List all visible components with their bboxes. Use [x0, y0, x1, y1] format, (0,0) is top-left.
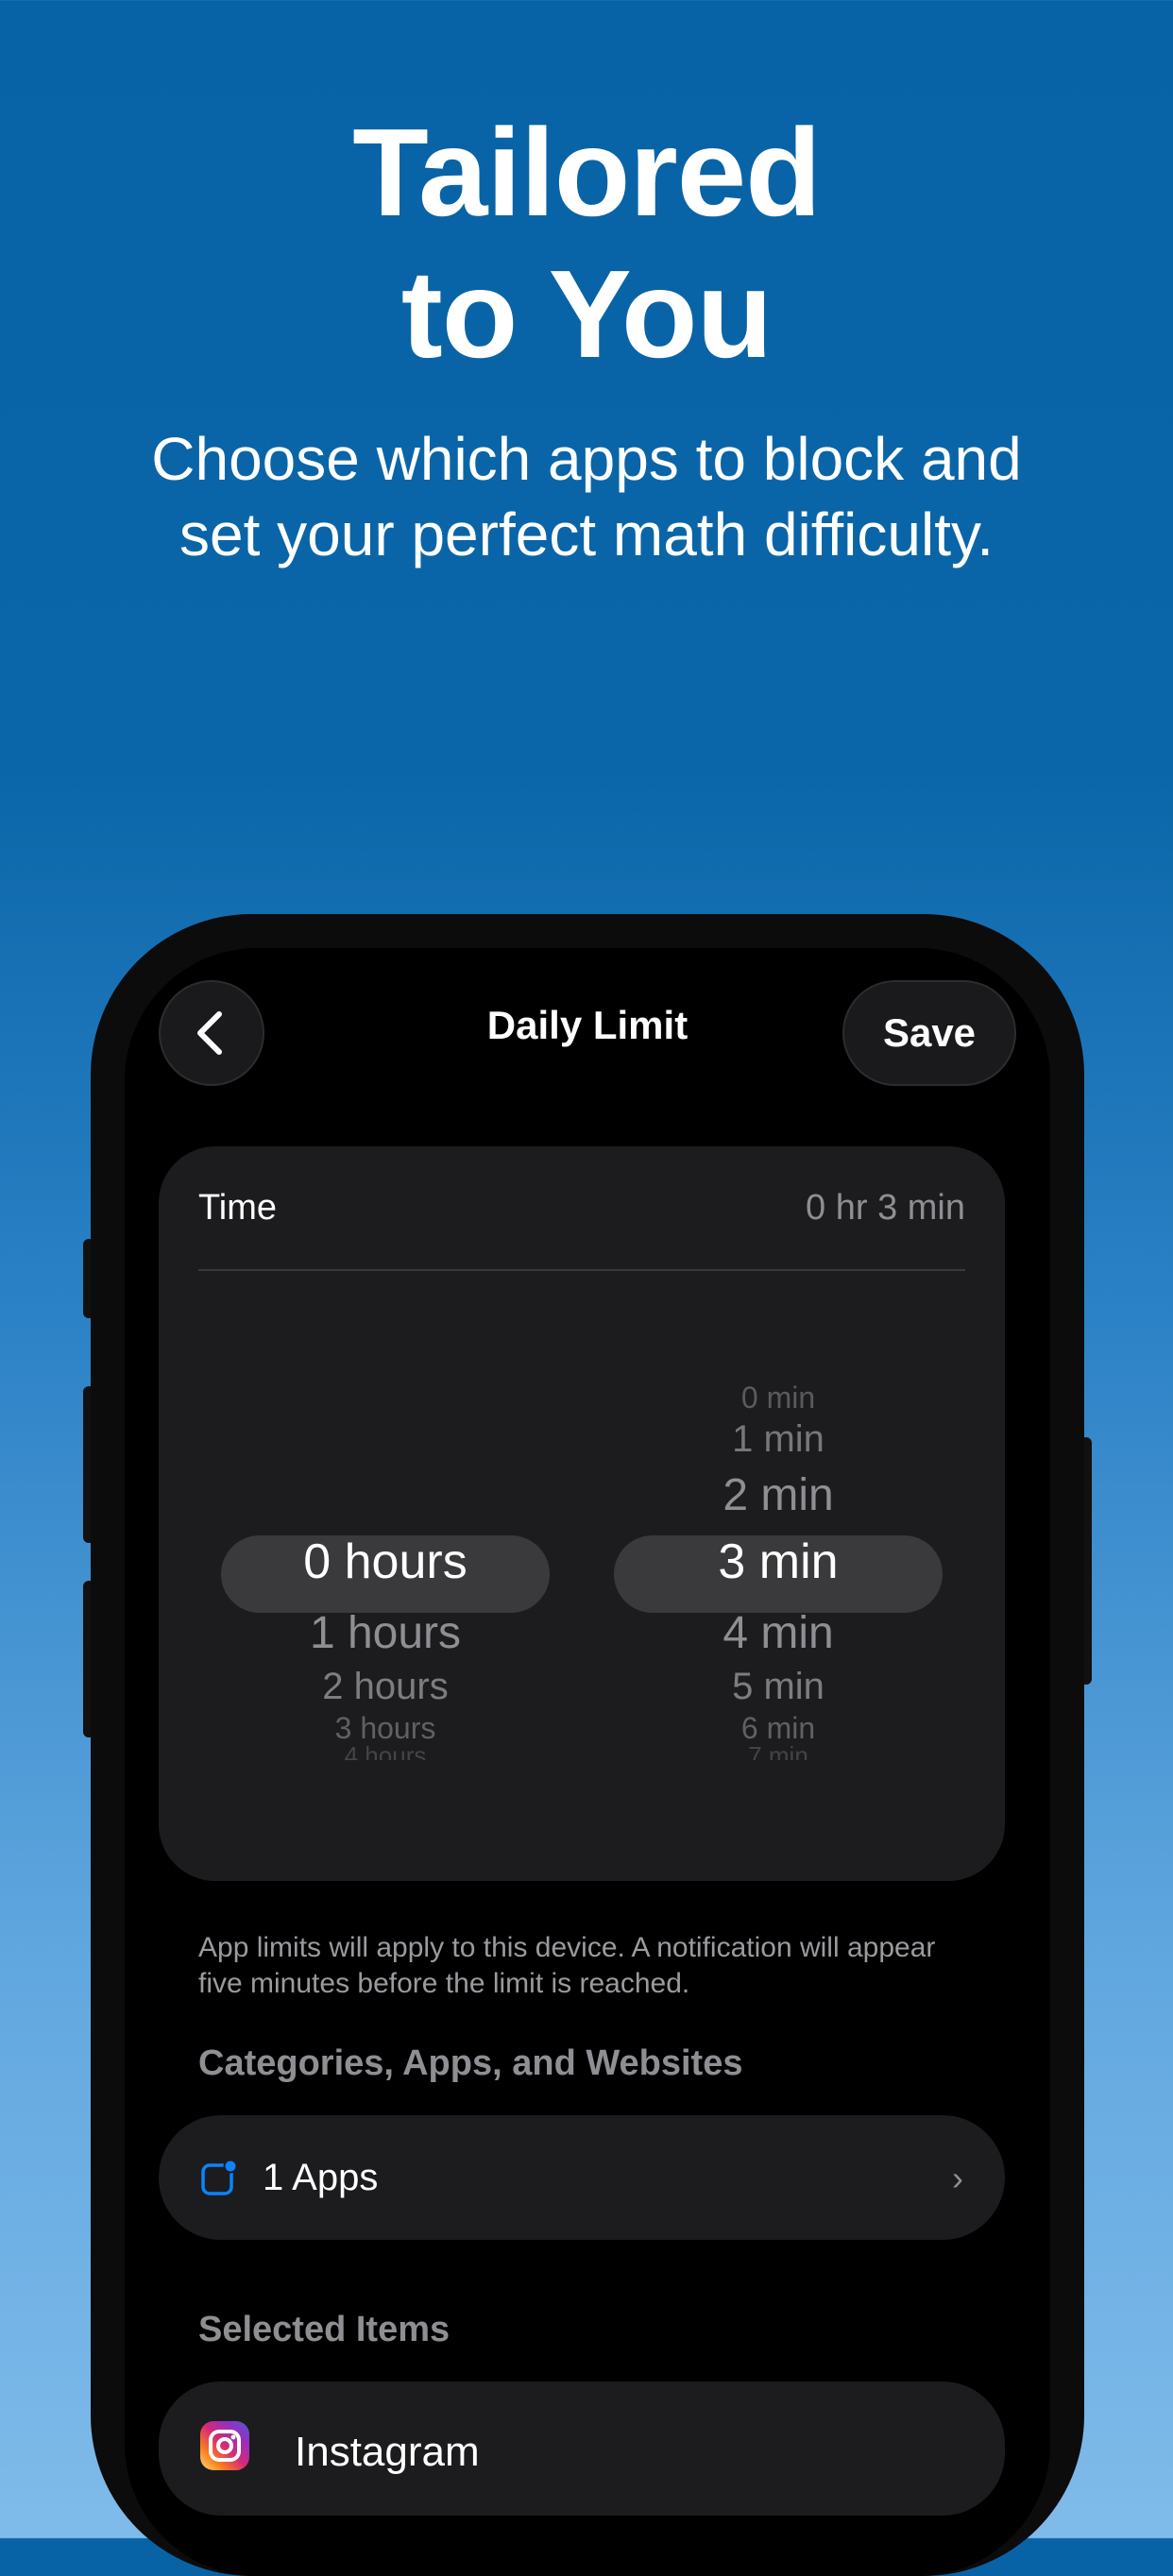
- save-button[interactable]: Save: [842, 980, 1016, 1086]
- subtitle: Choose which apps to block and set your …: [151, 425, 1022, 568]
- hours-picker-item[interactable]: 2 hours: [221, 1666, 550, 1708]
- app-square-icon: [201, 2159, 238, 2195]
- selected-item-name: Instagram: [295, 2429, 480, 2475]
- apps-row[interactable]: 1 Apps ›: [159, 2115, 1005, 2240]
- divider: [198, 1269, 965, 1271]
- chevron-right-icon: ›: [952, 2159, 963, 2197]
- minutes-picker-item[interactable]: 2 min: [614, 1469, 943, 1521]
- time-card: Time 0 hr 3 min 4 hours 3 hours 2 hours …: [159, 1146, 1005, 1881]
- minutes-picker-selected[interactable]: 3 min: [614, 1534, 943, 1590]
- phone-frame: Daily Limit Save Time 0 hr 3 min 4 hours…: [91, 914, 1084, 2576]
- selected-item-row[interactable]: Instagram: [159, 2381, 1005, 2516]
- hours-picker-item[interactable]: 1 hours: [221, 1607, 550, 1659]
- minutes-picker-item[interactable]: 1 min: [614, 1418, 943, 1461]
- minutes-picker[interactable]: 0 min 1 min 2 min 7 min 6 min 5 min 4 mi…: [614, 1364, 943, 1760]
- minutes-picker-item[interactable]: 0 min: [614, 1381, 943, 1415]
- headline-line-1: Tailored: [352, 103, 822, 242]
- minutes-picker-item[interactable]: 5 min: [614, 1666, 943, 1708]
- headline: Tailored to You: [0, 102, 1173, 385]
- hours-picker-selected[interactable]: 0 hours: [221, 1534, 550, 1590]
- time-label: Time: [198, 1188, 278, 1228]
- headline-line-2: to You: [400, 245, 773, 383]
- selected-items-section-title: Selected Items: [198, 2310, 450, 2349]
- hours-picker[interactable]: 4 hours 3 hours 2 hours 1 hours 0 hours: [221, 1364, 550, 1760]
- apps-row-label: 1 Apps: [263, 2157, 379, 2198]
- limit-footnote: App limits will apply to this device. A …: [198, 1932, 936, 1999]
- time-value: 0 hr 3 min: [806, 1188, 965, 1228]
- instagram-icon: [200, 2421, 249, 2470]
- categories-section-title: Categories, Apps, and Websites: [198, 2043, 743, 2083]
- phone-screen: Daily Limit Save Time 0 hr 3 min 4 hours…: [125, 948, 1050, 2576]
- hours-picker-item[interactable]: 3 hours: [221, 1711, 550, 1746]
- minutes-picker-item[interactable]: 4 min: [614, 1607, 943, 1659]
- minutes-picker-item[interactable]: 6 min: [614, 1711, 943, 1746]
